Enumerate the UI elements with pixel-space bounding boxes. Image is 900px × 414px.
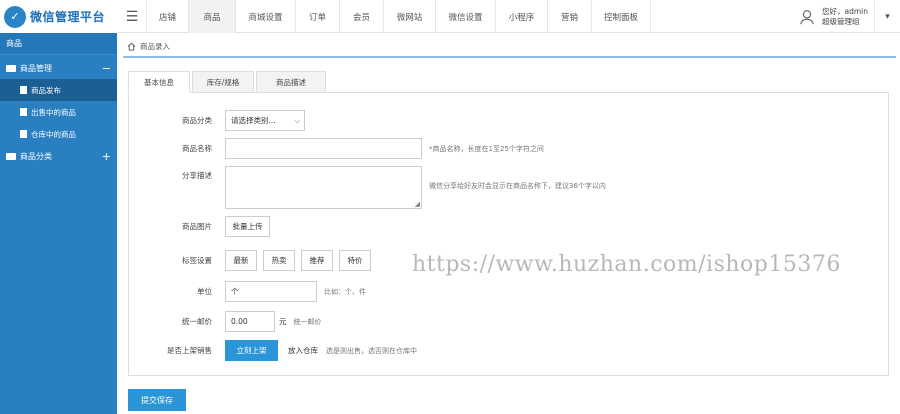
sidebar: 商品 商品管理 − 商品发布 出售中的商品 仓库中的商品 商品分类 +: [0, 33, 117, 414]
sidebar-item-label: 仓库中的商品: [31, 129, 76, 139]
submit-save-button[interactable]: 提交保存: [128, 389, 186, 411]
nav-item-members[interactable]: 会员: [339, 0, 383, 33]
breadcrumb-divider: [123, 56, 896, 58]
category-value: 请选择类别...: [231, 116, 276, 125]
user-role: 超级管理组: [822, 16, 860, 26]
sidebar-item-publish[interactable]: 商品发布: [0, 79, 117, 101]
menu-toggle-icon[interactable]: ☰: [120, 0, 144, 33]
tag-button-special[interactable]: 特价: [339, 250, 371, 271]
shelf-hint: 选是则出售，选否则在仓库中: [326, 346, 417, 355]
main-content: 商品录入 基本信息 库存/规格 商品描述 商品分类 请选择类别... ⌵ 商品名…: [117, 33, 900, 414]
tag-label: 标签设置: [182, 256, 212, 265]
tab-bar: 基本信息 库存/规格 商品描述: [128, 71, 328, 93]
unit-hint: 比如：个、件: [324, 287, 366, 296]
tag-button-newest[interactable]: 最新: [225, 250, 257, 271]
price-row: 统一邮价 0.00 元 统一邮价: [129, 311, 322, 332]
tab-basic-info[interactable]: 基本信息: [128, 71, 190, 93]
watermark: https://www.huzhan.com/ishop15376: [412, 252, 841, 277]
unit-row: 单位 个 比如：个、件: [129, 281, 366, 302]
top-bar: ✓ 微信管理平台 ☰ 店铺 商品 商城设置 订单 会员 微网站 微信设置 小程序…: [0, 0, 900, 33]
shelf-now-button[interactable]: 立刻上架: [225, 340, 278, 361]
folder-icon: [6, 64, 16, 72]
nav-item-mall-settings[interactable]: 商城设置: [235, 0, 295, 33]
unit-label: 单位: [197, 287, 212, 296]
user-icon: [800, 9, 814, 24]
document-icon: [20, 108, 27, 116]
tag-button-hot[interactable]: 热卖: [263, 250, 295, 271]
tab-stock-spec[interactable]: 库存/规格: [192, 71, 254, 93]
breadcrumb-label: 商品录入: [140, 42, 170, 51]
share-label: 分享描述: [182, 171, 212, 180]
price-label: 统一邮价: [182, 317, 212, 326]
category-row: 商品分类 请选择类别... ⌵: [129, 110, 305, 131]
shelf-store-button[interactable]: 放入仓库: [280, 340, 326, 361]
folder-icon: [6, 152, 16, 160]
name-label: 商品名称: [182, 144, 212, 153]
sidebar-group-label: 商品分类: [20, 151, 52, 161]
share-textarea[interactable]: ◢: [225, 166, 422, 209]
category-select[interactable]: 请选择类别... ⌵: [225, 110, 305, 131]
price-unit: 元: [279, 317, 287, 326]
sidebar-item-label: 商品发布: [31, 85, 61, 95]
nav-item-microsite[interactable]: 微网站: [383, 0, 435, 33]
sidebar-item-label: 出售中的商品: [31, 107, 76, 117]
shelf-row: 是否上架销售 立刻上架 放入仓库 选是则出售，选否则在仓库中: [129, 340, 417, 361]
price-input[interactable]: 0.00: [225, 311, 275, 332]
nav-item-miniprogram[interactable]: 小程序: [495, 0, 547, 33]
shelf-label: 是否上架销售: [167, 346, 212, 355]
breadcrumb: 商品录入: [127, 41, 170, 52]
resize-handle-icon: ◢: [414, 200, 420, 208]
share-hint: 微信分享给好友时会显示在商品名称下，建议36个字以内: [429, 182, 606, 190]
unit-input[interactable]: 个: [225, 281, 317, 302]
sidebar-group-categories[interactable]: 商品分类 +: [0, 145, 117, 167]
nav-item-marketing[interactable]: 营销: [547, 0, 591, 33]
nav-item-wechat-settings[interactable]: 微信设置: [435, 0, 495, 33]
nav-item-store[interactable]: 店铺: [146, 0, 188, 33]
user-area[interactable]: 您好，admin 超级管理组 ▾: [798, 0, 900, 33]
logo-text: 微信管理平台: [30, 10, 106, 24]
chevron-down-icon[interactable]: ▾: [874, 0, 900, 33]
chevron-down-icon: ⌵: [294, 115, 300, 125]
share-row: 分享描述 ◢ 微信分享给好友时会显示在商品名称下，建议36个字以内: [129, 166, 606, 209]
name-input[interactable]: [225, 138, 422, 159]
sidebar-item-in-stock[interactable]: 仓库中的商品: [0, 123, 117, 145]
document-icon: [20, 130, 27, 138]
sidebar-title: 商品: [0, 33, 117, 55]
nav-item-goods[interactable]: 商品: [188, 0, 235, 33]
top-nav: 店铺 商品 商城设置 订单 会员 微网站 微信设置 小程序 营销 控制面板: [146, 0, 651, 33]
category-label: 商品分类: [182, 116, 212, 125]
price-hint: 统一邮价: [293, 317, 322, 326]
batch-upload-button[interactable]: 批量上传: [225, 216, 270, 237]
expand-icon[interactable]: +: [102, 150, 111, 163]
tag-row: 标签设置 最新 热卖 推荐 特价: [129, 250, 377, 271]
user-info: 您好，admin 超级管理组: [822, 7, 868, 27]
collapse-icon[interactable]: −: [102, 62, 111, 75]
document-icon: [20, 86, 27, 94]
nav-item-orders[interactable]: 订单: [295, 0, 339, 33]
form-panel: 商品分类 请选择类别... ⌵ 商品名称 *商品名称，长度在1至25个字符之间 …: [128, 92, 889, 376]
nav-item-control-panel[interactable]: 控制面板: [591, 0, 651, 33]
sidebar-item-on-sale[interactable]: 出售中的商品: [0, 101, 117, 123]
user-greeting: 您好，admin: [822, 6, 868, 16]
home-icon: [127, 42, 136, 51]
image-row: 商品图片 批量上传: [129, 216, 276, 237]
logo[interactable]: ✓ 微信管理平台: [0, 0, 117, 33]
image-label: 商品图片: [182, 222, 212, 231]
sidebar-group-goods-management[interactable]: 商品管理 −: [0, 57, 117, 79]
logo-icon: ✓: [4, 5, 26, 28]
name-row: 商品名称 *商品名称，长度在1至25个字符之间: [129, 138, 544, 159]
tab-description[interactable]: 商品描述: [256, 71, 326, 93]
sidebar-group-label: 商品管理: [20, 63, 52, 73]
tag-button-recommend[interactable]: 推荐: [301, 250, 333, 271]
name-hint: *商品名称，长度在1至25个字符之间: [429, 144, 544, 153]
